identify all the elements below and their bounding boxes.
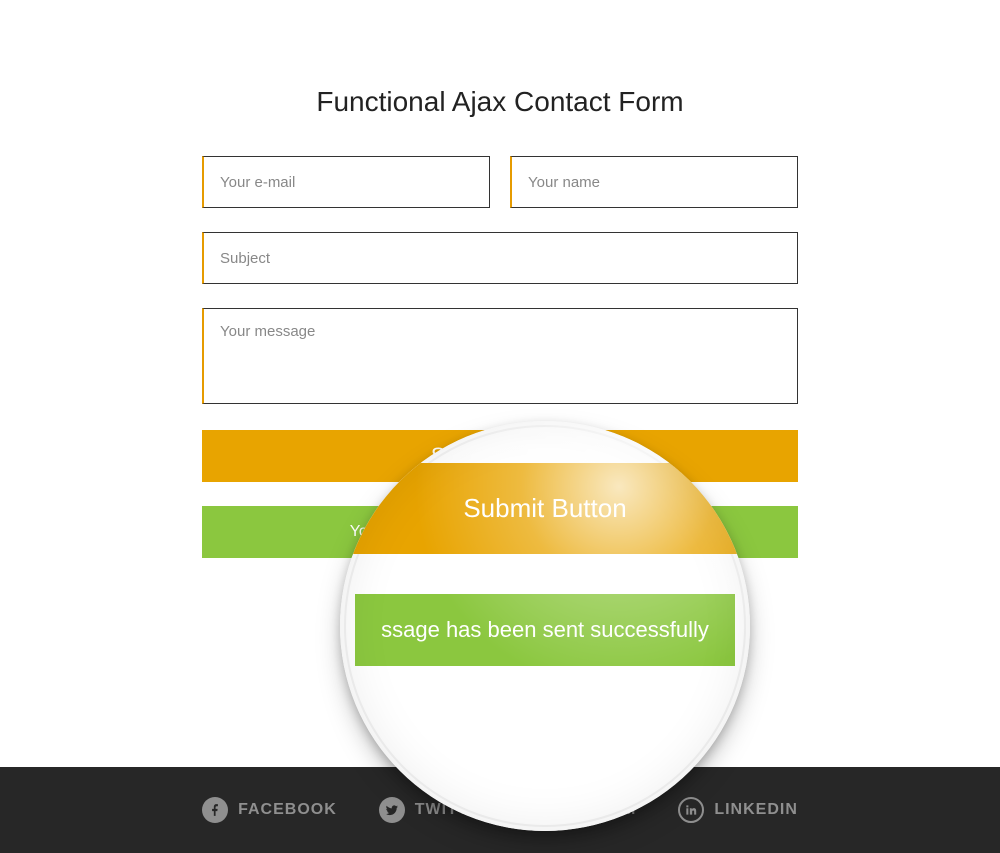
linkedin-icon bbox=[678, 797, 704, 823]
lens-success-label: ssage has been sent successfully bbox=[355, 594, 735, 666]
email-field[interactable] bbox=[202, 156, 490, 208]
facebook-icon bbox=[202, 797, 228, 823]
twitter-icon bbox=[379, 797, 405, 823]
social-link-facebook[interactable]: FACEBOOK bbox=[202, 797, 337, 823]
contact-form: Submit Button Your message has been sent… bbox=[202, 156, 798, 558]
social-label: FACEBOOK bbox=[238, 801, 337, 819]
submit-button[interactable]: Submit Button bbox=[202, 430, 798, 482]
social-label: LINKEDIN bbox=[714, 801, 798, 819]
social-link-linkedin[interactable]: LINKEDIN bbox=[678, 797, 798, 823]
social-label: TWITTER bbox=[415, 801, 493, 819]
social-label: AGRAM bbox=[571, 801, 636, 819]
social-link-instagram[interactable]: AGRAM bbox=[535, 797, 636, 823]
subject-field[interactable] bbox=[202, 232, 798, 284]
page-title: Functional Ajax Contact Form bbox=[0, 86, 1000, 118]
message-field[interactable] bbox=[202, 308, 798, 404]
footer: FACEBOOK TWITTER AGRAM LINKEDIN bbox=[0, 767, 1000, 853]
social-link-twitter[interactable]: TWITTER bbox=[379, 797, 493, 823]
name-field[interactable] bbox=[510, 156, 798, 208]
success-banner: Your message has been sent successfully. bbox=[202, 506, 798, 558]
